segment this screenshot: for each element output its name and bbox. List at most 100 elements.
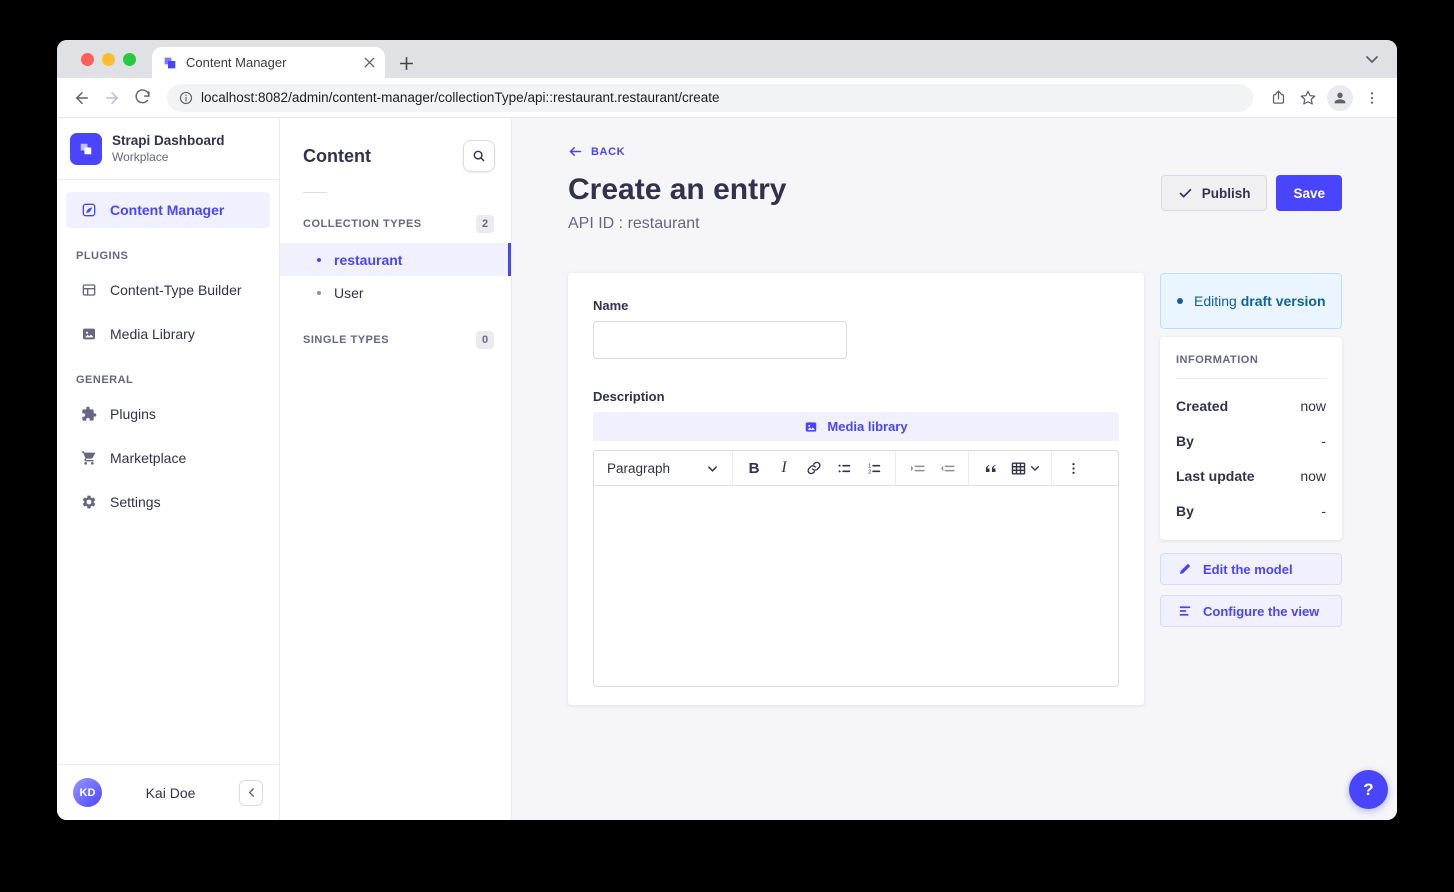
more-options-kebab-icon[interactable] [1058, 454, 1088, 482]
sidebar-item-marketplace[interactable]: Marketplace [66, 440, 270, 476]
paragraph-style-value: Paragraph [607, 461, 670, 476]
browser-window: Content Manager localhost:8082/admin/con… [57, 40, 1397, 820]
share-icon[interactable] [1263, 83, 1293, 113]
new-tab-button[interactable] [399, 56, 414, 71]
sidebar-item-label: Content-Type Builder [110, 282, 242, 298]
close-tab-icon[interactable] [364, 57, 375, 68]
sidebar-item-media-library[interactable]: Media Library [66, 316, 270, 352]
workspace-brand[interactable]: Strapi Dashboard Workplace [57, 118, 279, 179]
save-label: Save [1293, 186, 1325, 201]
info-label: Created [1176, 398, 1228, 414]
information-card: INFORMATION Created now By - Last update [1160, 337, 1342, 540]
user-avatar[interactable]: KD [73, 778, 102, 807]
tab-search-chevron-icon[interactable] [1365, 52, 1379, 66]
info-row-updated-by: By - [1176, 503, 1326, 519]
bookmark-star-icon[interactable] [1293, 83, 1323, 113]
toolbar-separator [1051, 451, 1052, 486]
main-content: BACK Create an entry API ID : restaurant… [512, 118, 1397, 820]
chevron-down-icon [1030, 463, 1040, 473]
bullet-icon [317, 291, 321, 295]
svg-text:1: 1 [868, 463, 871, 469]
back-label: BACK [591, 146, 625, 158]
browser-tab-strip: Content Manager [57, 40, 1397, 78]
image-icon [804, 420, 818, 434]
collection-types-heading: COLLECTION TYPES [303, 218, 422, 230]
search-button[interactable] [463, 140, 495, 172]
indent-button[interactable] [902, 454, 932, 482]
toolbar-separator [968, 451, 969, 486]
editor-toolbar: Paragraph B I [594, 451, 1118, 486]
back-navigation-icon[interactable] [67, 83, 97, 113]
url-text[interactable]: localhost:8082/admin/content-manager/col… [201, 90, 720, 105]
strapi-favicon [162, 55, 178, 71]
media-library-button[interactable]: Media library [593, 412, 1119, 441]
info-row-created-by: By - [1176, 433, 1326, 449]
toolbar-separator [732, 451, 733, 486]
bold-button[interactable]: B [739, 454, 769, 482]
minimize-window-button[interactable] [102, 53, 115, 66]
strapi-logo [70, 133, 102, 165]
sidebar-item-content-manager[interactable]: Content Manager [66, 192, 270, 228]
bullet-list-button[interactable] [829, 454, 859, 482]
browser-profile-avatar[interactable] [1327, 85, 1353, 111]
sidebar-item-content-type-builder[interactable]: Content-Type Builder [66, 272, 270, 308]
entry-form-card: Name Description Media library [568, 273, 1144, 705]
status-dot-icon [1177, 298, 1183, 304]
draft-status-text: Editing draft version [1194, 291, 1326, 311]
sidebar-item-plugins[interactable]: Plugins [66, 396, 270, 432]
pencil-icon [1178, 562, 1192, 576]
back-link[interactable]: BACK [568, 144, 625, 159]
link-button[interactable] [799, 454, 829, 482]
content-subnav: Content COLLECTION TYPES 2 restaurant Us… [280, 118, 512, 820]
edit-model-button[interactable]: Edit the model [1160, 553, 1342, 585]
publish-button[interactable]: Publish [1161, 175, 1268, 211]
entry-side-panel: Editing draft version INFORMATION Create… [1160, 273, 1342, 627]
main-sidebar: Strapi Dashboard Workplace Content Manag… [57, 118, 280, 820]
help-button[interactable]: ? [1349, 770, 1388, 809]
content-manager-icon [81, 202, 97, 218]
sidebar-item-label: Marketplace [110, 450, 186, 466]
media-library-label: Media library [827, 419, 907, 434]
site-info-icon[interactable] [179, 91, 193, 105]
configure-view-label: Configure the view [1203, 604, 1319, 619]
name-input[interactable] [593, 321, 847, 359]
sidebar-item-label: Content Manager [110, 202, 224, 218]
browser-menu-icon[interactable] [1357, 83, 1387, 113]
subnav-divider [303, 192, 327, 193]
info-value: - [1321, 433, 1326, 449]
subnav-item-label: restaurant [334, 252, 402, 268]
numbered-list-button[interactable]: 12 [859, 454, 889, 482]
table-button[interactable] [1005, 454, 1045, 482]
paragraph-style-dropdown[interactable]: Paragraph [598, 461, 726, 476]
browser-tab[interactable]: Content Manager [152, 47, 385, 78]
close-window-button[interactable] [81, 53, 94, 66]
subnav-item-user[interactable]: User [280, 276, 511, 309]
outdent-button[interactable] [932, 454, 962, 482]
address-bar[interactable]: localhost:8082/admin/content-manager/col… [167, 84, 1253, 112]
collapse-sidebar-button[interactable] [239, 780, 263, 806]
browser-toolbar: localhost:8082/admin/content-manager/col… [57, 78, 1397, 118]
blockquote-button[interactable] [975, 454, 1005, 482]
publish-label: Publish [1202, 186, 1251, 201]
info-label: By [1176, 503, 1194, 519]
info-value: - [1321, 503, 1326, 519]
edit-model-label: Edit the model [1203, 562, 1293, 577]
reload-icon[interactable] [127, 83, 157, 113]
save-button[interactable]: Save [1276, 175, 1342, 211]
forward-navigation-icon [97, 83, 127, 113]
sidebar-footer: KD Kai Doe [57, 764, 279, 820]
rich-text-area[interactable] [594, 486, 1118, 686]
name-field-label: Name [593, 298, 1119, 313]
subnav-item-restaurant[interactable]: restaurant [280, 243, 511, 276]
search-icon [472, 149, 486, 163]
info-label: By [1176, 433, 1194, 449]
shopping-cart-icon [81, 450, 97, 466]
tab-title: Content Manager [186, 55, 356, 70]
sidebar-item-label: Settings [110, 494, 161, 510]
configure-view-button[interactable]: Configure the view [1160, 595, 1342, 627]
workspace-name: Workplace [112, 150, 225, 165]
zoom-window-button[interactable] [123, 53, 136, 66]
rich-text-editor: Paragraph B I [593, 450, 1119, 687]
sidebar-item-settings[interactable]: Settings [66, 484, 270, 520]
italic-button[interactable]: I [769, 454, 799, 482]
